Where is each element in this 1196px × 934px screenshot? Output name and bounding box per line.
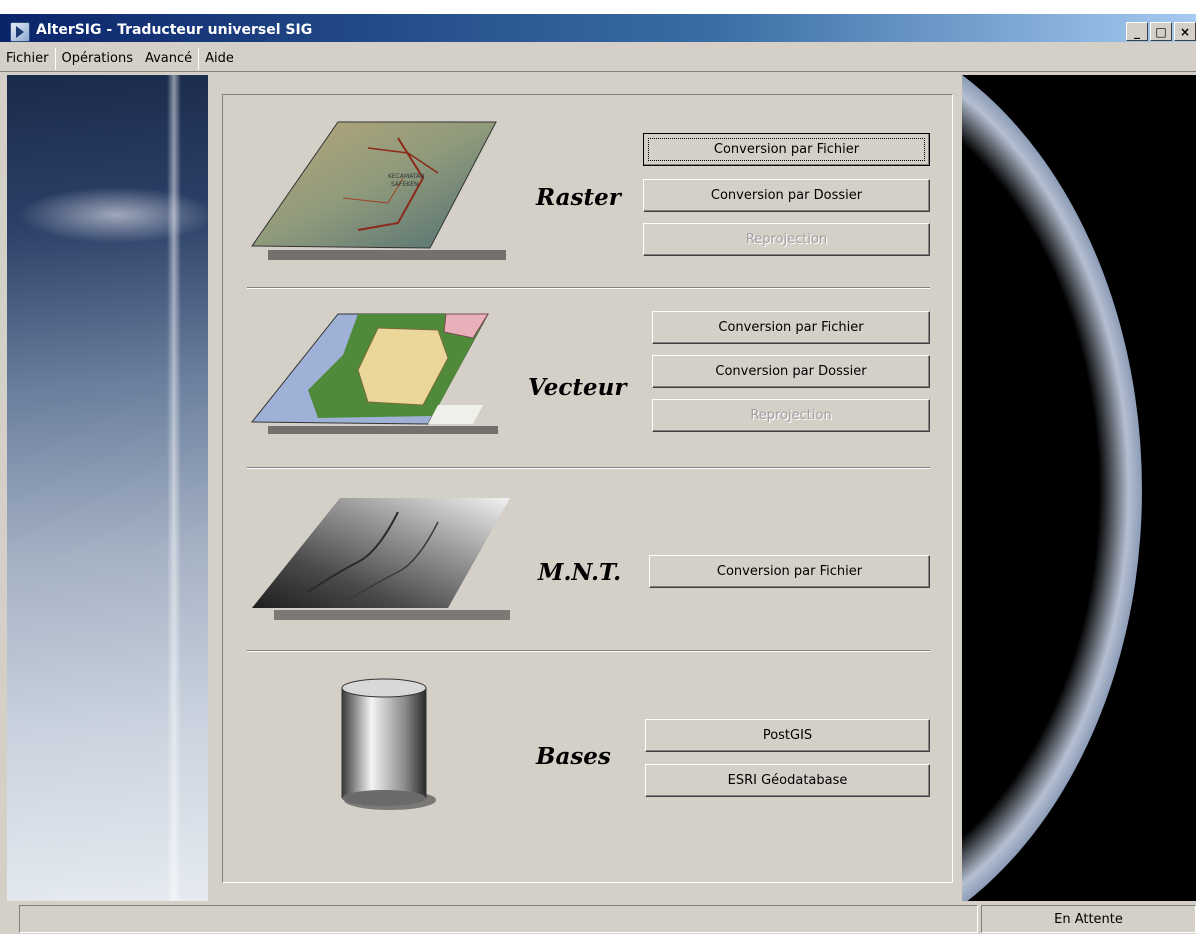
title-bar: AlterSIG - Traducteur universel SIG _ □ … xyxy=(0,0,1196,44)
databases-title: Bases xyxy=(536,743,611,770)
raster-map-label: SAFEKEN xyxy=(391,181,418,188)
left-decorative-panel xyxy=(7,75,208,901)
section-divider xyxy=(247,287,930,289)
raster-map-label: KECAMATAN xyxy=(388,173,425,180)
menu-aide[interactable]: Aide xyxy=(199,46,240,72)
app-icon xyxy=(10,22,30,42)
database-icon xyxy=(333,676,443,814)
raster-folder-conversion-button[interactable]: Conversion par Dossier xyxy=(643,179,930,212)
window-controls: _ □ × xyxy=(1126,22,1196,41)
raster-reprojection-button[interactable]: Reprojection xyxy=(643,223,930,256)
raster-title: Raster xyxy=(536,184,621,211)
vector-folder-conversion-button[interactable]: Conversion par Dossier xyxy=(652,355,930,388)
vector-title: Vecteur xyxy=(528,374,627,401)
status-bar: En Attente xyxy=(0,903,1196,934)
section-divider xyxy=(247,650,930,652)
postgis-button[interactable]: PostGIS xyxy=(645,719,930,752)
light-streak xyxy=(167,75,181,901)
status-state-pane: En Attente xyxy=(981,905,1196,933)
dem-title: M.N.T. xyxy=(538,559,622,586)
vector-map-thumbnail xyxy=(248,310,510,440)
menu-fichier[interactable]: Fichier xyxy=(0,46,55,72)
minimize-icon[interactable]: _ xyxy=(1126,22,1148,41)
menu-avance[interactable]: Avancé xyxy=(139,46,198,72)
close-icon[interactable]: × xyxy=(1174,22,1196,41)
raster-map-thumbnail: KECAMATAN SAFEKEN xyxy=(248,118,520,266)
window-title: AlterSIG - Traducteur universel SIG xyxy=(36,22,313,38)
right-decorative-panel xyxy=(962,75,1196,901)
vector-reprojection-button[interactable]: Reprojection xyxy=(652,399,930,432)
status-message-pane xyxy=(19,905,978,933)
esri-geodatabase-button[interactable]: ESRI Géodatabase xyxy=(645,764,930,797)
dem-file-conversion-button[interactable]: Conversion par Fichier xyxy=(649,555,930,588)
menu-bar: Fichier Opérations Avancé Aide xyxy=(0,46,1196,72)
section-divider xyxy=(247,467,930,469)
menu-operations[interactable]: Opérations xyxy=(56,46,139,72)
maximize-icon[interactable]: □ xyxy=(1150,22,1172,41)
dem-terrain-thumbnail xyxy=(248,492,523,622)
raster-file-conversion-button[interactable]: Conversion par Fichier xyxy=(643,133,930,166)
vector-file-conversion-button[interactable]: Conversion par Fichier xyxy=(652,311,930,344)
planet-glow xyxy=(962,75,1142,901)
